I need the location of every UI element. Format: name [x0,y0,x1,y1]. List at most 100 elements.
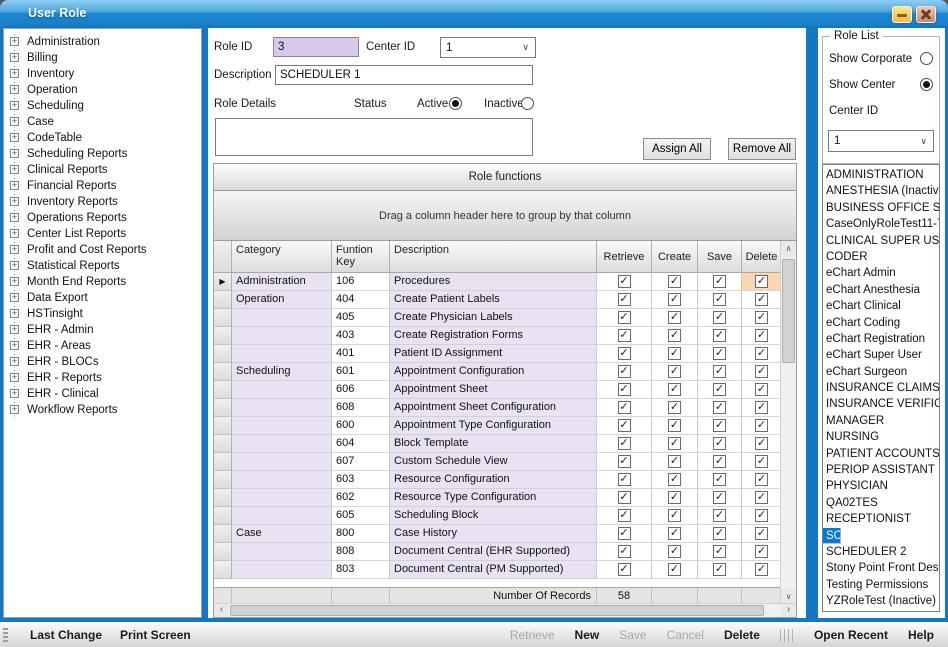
description-cell[interactable]: Create Patient Labels [390,291,597,309]
category-cell[interactable] [232,543,332,561]
save-checkbox[interactable]: ✓ [698,471,742,489]
create-checkbox[interactable]: ✓ [652,273,698,291]
delete-checkbox[interactable]: ✓ [742,435,782,453]
save-checkbox[interactable]: ✓ [698,417,742,435]
retrieve-checkbox[interactable]: ✓ [597,561,652,579]
description-cell[interactable]: Patient ID Assignment [390,345,597,363]
tree-item-center-list-reports[interactable]: + Center List Reports [4,226,201,242]
function-key-cell[interactable]: 602 [332,489,390,507]
tree-item-scheduling-reports[interactable]: + Scheduling Reports [4,146,201,162]
create-checkbox[interactable]: ✓ [652,381,698,399]
description-cell[interactable]: Appointment Type Configuration [390,417,597,435]
create-checkbox[interactable]: ✓ [652,363,698,381]
tree-item-clinical-reports[interactable]: + Clinical Reports [4,162,201,178]
save-checkbox[interactable]: ✓ [698,399,742,417]
create-column-header[interactable]: Create [652,241,698,273]
retrieve-checkbox[interactable]: ✓ [597,489,652,507]
create-checkbox[interactable]: ✓ [652,525,698,543]
statusbar-button-new[interactable]: New [575,628,600,642]
expand-plus-icon[interactable]: + [10,325,19,334]
save-checkbox[interactable]: ✓ [698,561,742,579]
create-checkbox[interactable]: ✓ [652,543,698,561]
tree-item-financial-reports[interactable]: + Financial Reports [4,178,201,194]
function-key-column-header[interactable]: Funtion Key [332,241,390,273]
category-cell[interactable] [232,381,332,399]
retrieve-checkbox[interactable]: ✓ [597,345,652,363]
tree-item-operation[interactable]: + Operation [4,82,201,98]
delete-checkbox[interactable]: ✓ [742,273,782,291]
function-key-cell[interactable]: 607 [332,453,390,471]
table-row[interactable]: 605 Scheduling Block ✓ ✓ ✓ ✓ [214,507,782,525]
role-details-textarea[interactable] [215,118,533,156]
row-selector[interactable] [214,525,232,543]
table-row[interactable]: 608 Appointment Sheet Configuration ✓ ✓ … [214,399,782,417]
description-cell[interactable]: Appointment Configuration [390,363,597,381]
category-cell[interactable] [232,345,332,363]
create-checkbox[interactable]: ✓ [652,507,698,525]
minimize-button[interactable] [892,6,912,23]
role-list-center-id-select[interactable]: 1 ∨ [828,130,934,152]
statusbar-button-last-change[interactable]: Last Change [30,628,102,642]
retrieve-checkbox[interactable]: ✓ [597,453,652,471]
delete-column-header[interactable]: Delete [742,241,782,273]
category-cell[interactable] [232,471,332,489]
tree-item-statistical-reports[interactable]: + Statistical Reports [4,258,201,274]
description-input[interactable] [275,65,533,85]
delete-checkbox[interactable]: ✓ [742,417,782,435]
retrieve-column-header[interactable]: Retrieve [597,241,652,273]
description-cell[interactable]: Block Template [390,435,597,453]
function-key-cell[interactable]: 403 [332,327,390,345]
description-cell[interactable]: Create Physician Labels [390,309,597,327]
role-list[interactable]: ADMINISTRATIONANESTHESIA (InactiveBUSINE… [822,164,940,612]
statusbar-button-open-recent[interactable]: Open Recent [814,628,888,642]
function-key-cell[interactable]: 800 [332,525,390,543]
create-checkbox[interactable]: ✓ [652,345,698,363]
role-list-item-scheduler-2[interactable]: SCHEDULER 2 [823,544,939,560]
function-key-cell[interactable]: 601 [332,363,390,381]
category-cell[interactable] [232,453,332,471]
save-checkbox[interactable]: ✓ [698,309,742,327]
expand-plus-icon[interactable]: + [10,309,19,318]
role-list-item-administration[interactable]: ADMINISTRATION [823,167,939,183]
tree-item-hstinsight[interactable]: + HSTinsight [4,306,201,322]
expand-plus-icon[interactable]: + [10,229,19,238]
table-row[interactable]: Scheduling 601 Appointment Configuration… [214,363,782,381]
table-row[interactable]: 606 Appointment Sheet ✓ ✓ ✓ ✓ [214,381,782,399]
table-row[interactable]: 604 Block Template ✓ ✓ ✓ ✓ [214,435,782,453]
role-list-item-qa02tes[interactable]: QA02TES [823,495,939,511]
expand-plus-icon[interactable]: + [10,85,19,94]
expand-plus-icon[interactable]: + [10,293,19,302]
delete-checkbox[interactable]: ✓ [742,543,782,561]
save-checkbox[interactable]: ✓ [698,345,742,363]
row-selector[interactable] [214,417,232,435]
retrieve-checkbox[interactable]: ✓ [597,381,652,399]
role-list-item-echart-anesthesia[interactable]: eChart Anesthesia [823,282,939,298]
statusbar-button-print-screen[interactable]: Print Screen [120,628,191,642]
row-selector[interactable] [214,543,232,561]
close-button[interactable] [916,6,936,23]
description-cell[interactable]: Appointment Sheet Configuration [390,399,597,417]
row-selector[interactable] [214,309,232,327]
expand-plus-icon[interactable]: + [10,389,19,398]
delete-checkbox[interactable]: ✓ [742,471,782,489]
expand-plus-icon[interactable]: + [10,181,19,190]
description-cell[interactable]: Document Central (PM Supported) [390,561,597,579]
horizontal-scroll-thumb[interactable] [230,605,764,616]
role-list-item-testing-permissions[interactable]: Testing Permissions [823,577,939,593]
expand-plus-icon[interactable]: + [10,357,19,366]
retrieve-checkbox[interactable]: ✓ [597,291,652,309]
retrieve-checkbox[interactable]: ✓ [597,525,652,543]
row-selector[interactable] [214,435,232,453]
row-selector[interactable] [214,471,232,489]
function-key-cell[interactable]: 808 [332,543,390,561]
delete-checkbox[interactable]: ✓ [742,291,782,309]
expand-plus-icon[interactable]: + [10,37,19,46]
table-row[interactable]: 405 Create Physician Labels ✓ ✓ ✓ ✓ [214,309,782,327]
category-cell[interactable] [232,327,332,345]
horizontal-scrollbar[interactable]: ‹ › [214,603,796,617]
table-row[interactable]: ▶ Administration 106 Procedures ✓ ✓ ✓ ✓ [214,273,782,291]
expand-plus-icon[interactable]: + [10,213,19,222]
save-checkbox[interactable]: ✓ [698,327,742,345]
delete-checkbox[interactable]: ✓ [742,363,782,381]
table-row[interactable]: 403 Create Registration Forms ✓ ✓ ✓ ✓ [214,327,782,345]
